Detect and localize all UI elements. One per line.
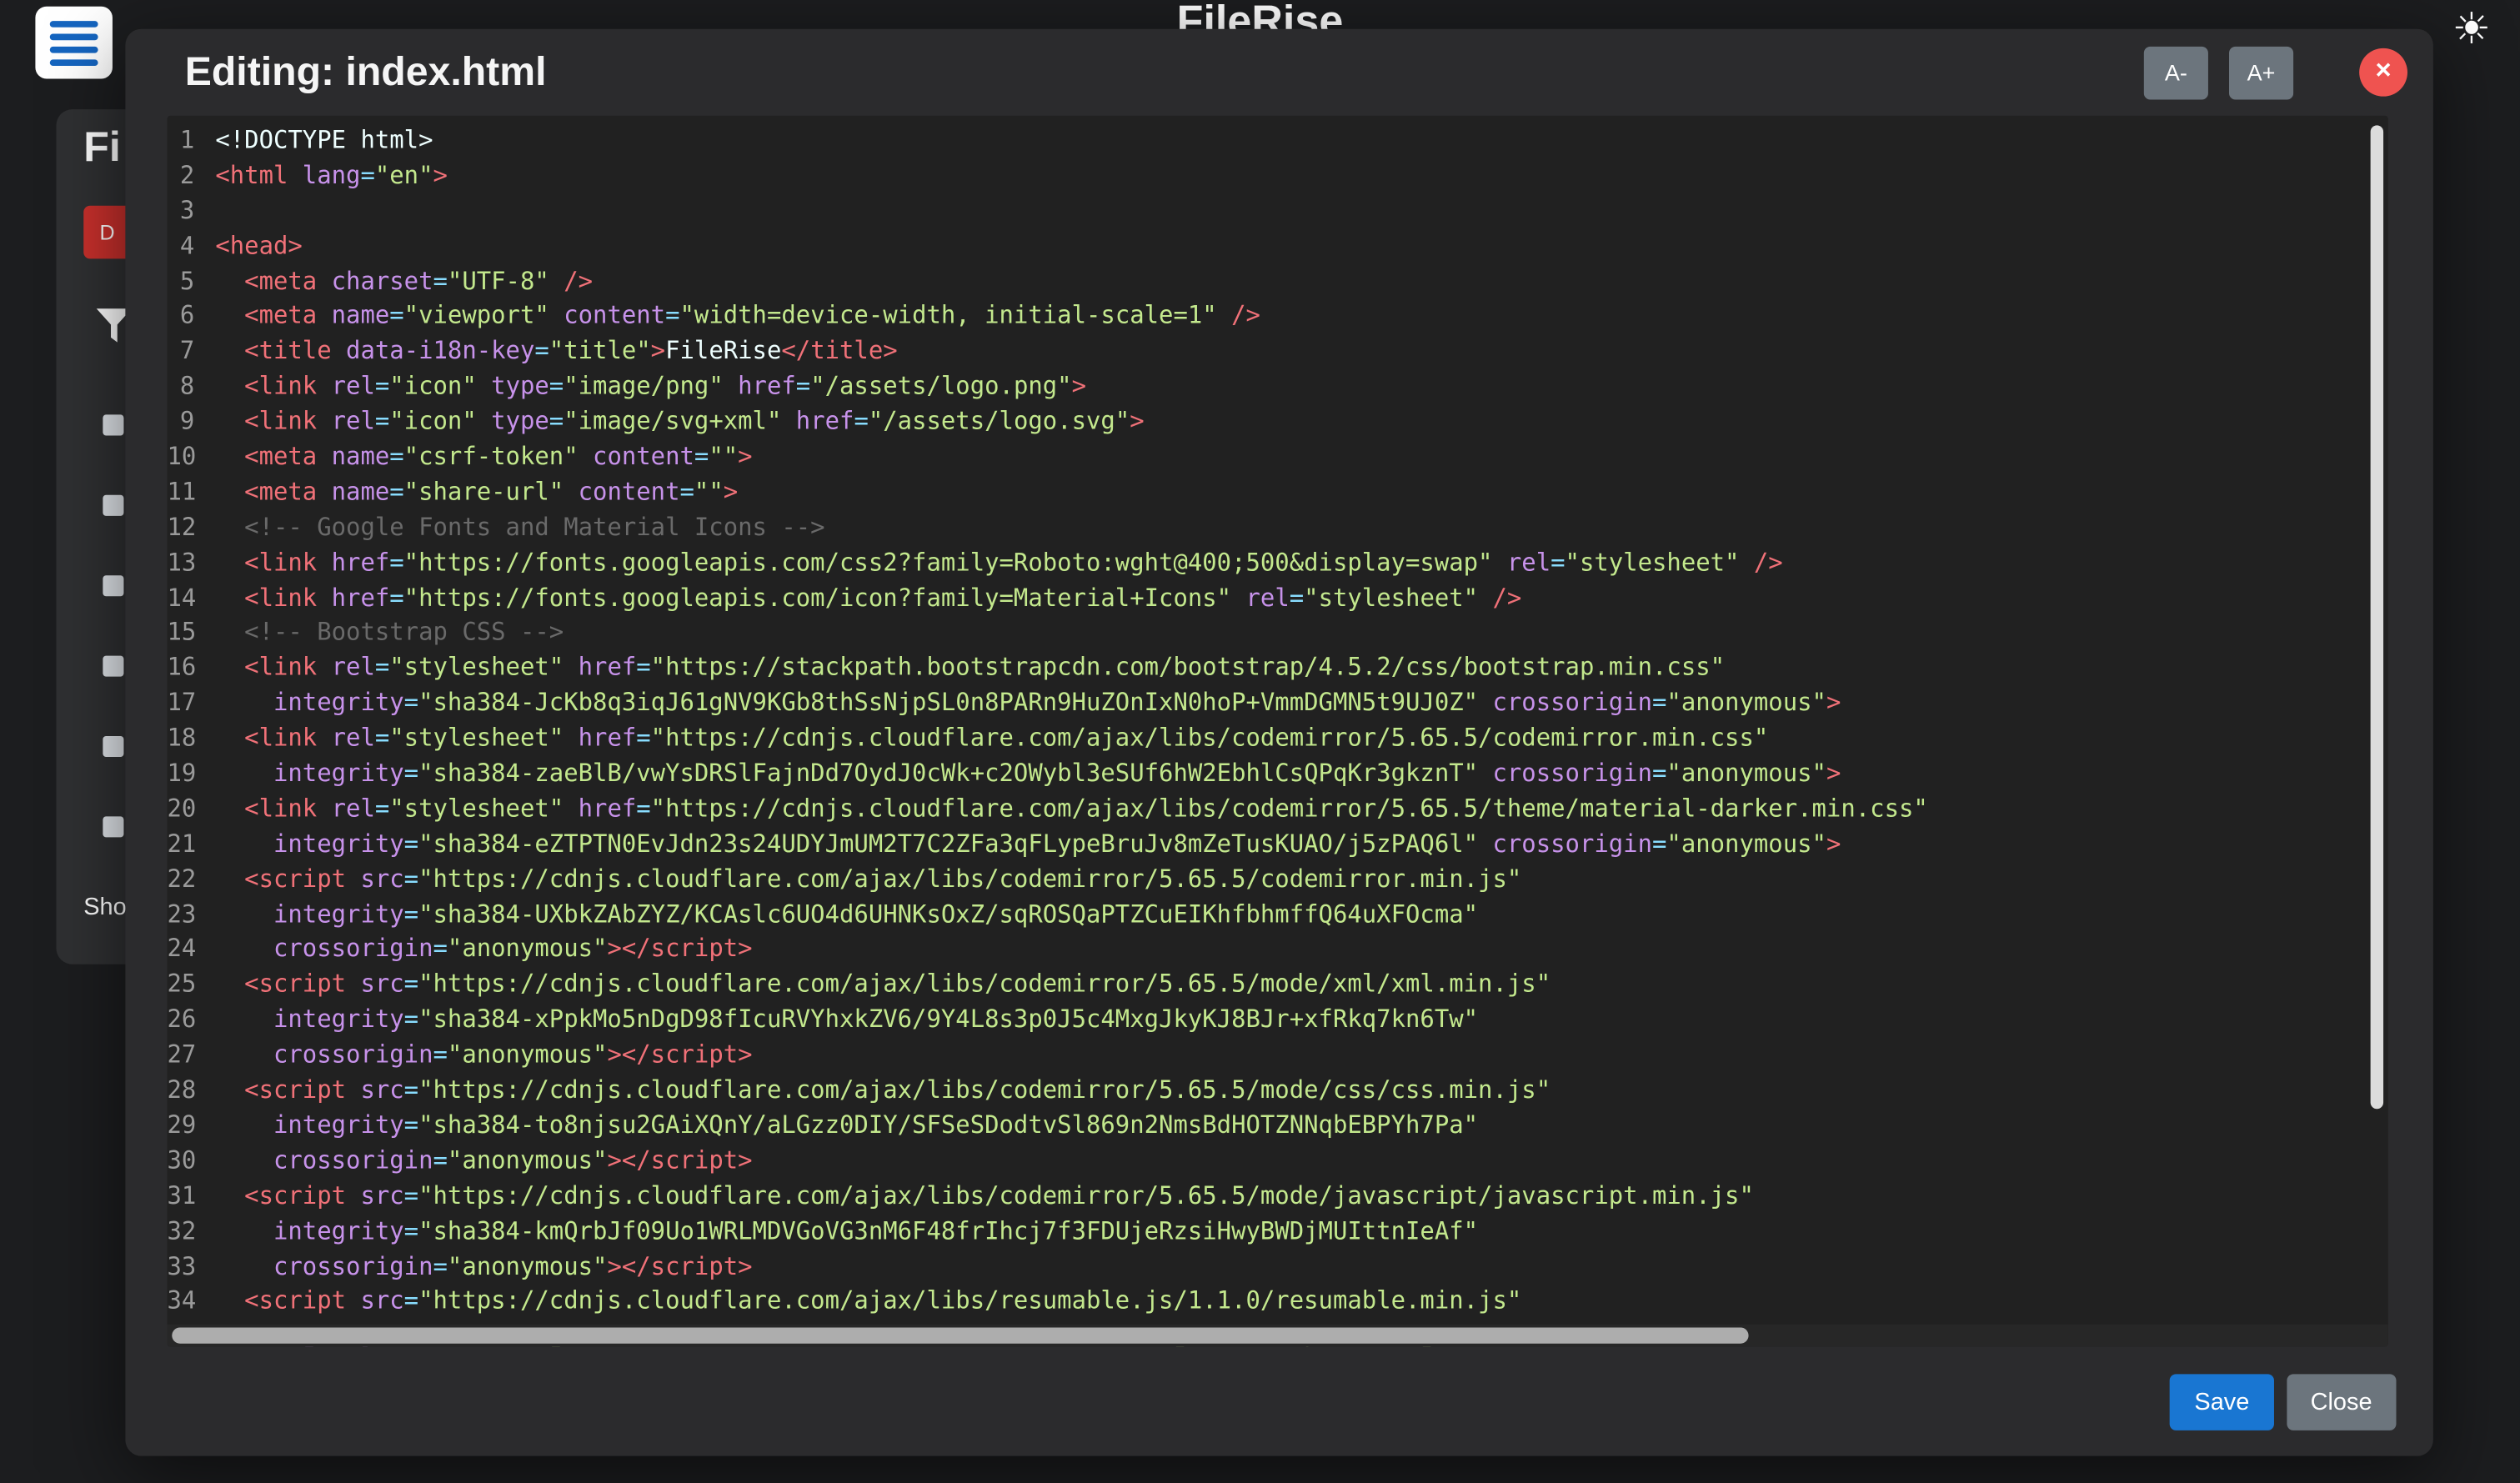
code-line: 34 <script src="https://cdnjs.cloudflare… <box>168 1285 2388 1320</box>
code-line: 12 <!-- Google Fonts and Material Icons … <box>168 511 2388 546</box>
line-number: 24 <box>168 933 216 968</box>
close-button[interactable]: Close <box>2287 1373 2397 1429</box>
code-line: 27 crossorigin="anonymous"></script> <box>168 1039 2388 1074</box>
editor-modal-title: Editing: index.html <box>185 49 547 96</box>
line-number: 31 <box>168 1180 216 1215</box>
code-line: 30 crossorigin="anonymous"></script> <box>168 1144 2388 1179</box>
line-number: 8 <box>168 370 216 405</box>
code-line: 10 <meta name="csrf-token" content=""> <box>168 440 2388 475</box>
folder-item-icon[interactable] <box>103 414 123 435</box>
folder-list <box>103 414 123 837</box>
line-number: 21 <box>168 828 216 863</box>
font-decrease-button[interactable]: A- <box>2144 46 2208 99</box>
close-icon[interactable]: × <box>2359 48 2407 97</box>
line-number: 19 <box>168 757 216 792</box>
folder-panel-title: Fi <box>83 123 121 173</box>
code-line: 2<html lang="en"> <box>168 159 2388 194</box>
folder-item-icon[interactable] <box>103 656 123 677</box>
code-line: 8 <link rel="icon" type="image/png" href… <box>168 370 2388 405</box>
line-number: 3 <box>168 194 216 229</box>
line-number: 27 <box>168 1039 216 1074</box>
line-number: 18 <box>168 722 216 757</box>
code-line: 29 integrity="sha384-to8njsu2GAiXQnY/aLG… <box>168 1109 2388 1144</box>
code-line: 17 integrity="sha384-JcKb8q3iqJ61gNV9KGb… <box>168 687 2388 722</box>
code-line: 22 <script src="https://cdnjs.cloudflare… <box>168 863 2388 898</box>
code-line: 19 integrity="sha384-zaeBlB/vwYsDRSlFajn… <box>168 757 2388 792</box>
code-line: 21 integrity="sha384-eZTPTN0EvJdn23s24UD… <box>168 828 2388 863</box>
code-line: 31 <script src="https://cdnjs.cloudflare… <box>168 1180 2388 1215</box>
code-line: 14 <link href="https://fonts.googleapis.… <box>168 581 2388 616</box>
folder-item-icon[interactable] <box>103 495 123 516</box>
editor-modal-header: Editing: index.html A- A+ × <box>125 29 2432 116</box>
line-number: 22 <box>168 863 216 898</box>
theme-toggle-icon[interactable]: ☀ <box>2452 8 2492 52</box>
font-increase-button[interactable]: A+ <box>2229 46 2293 99</box>
horizontal-scrollbar-thumb[interactable] <box>172 1327 1749 1343</box>
code-line: 13 <link href="https://fonts.googleapis.… <box>168 546 2388 581</box>
code-line: 15 <!-- Bootstrap CSS --> <box>168 616 2388 651</box>
line-number: 15 <box>168 616 216 651</box>
code-line: 33 crossorigin="anonymous"></script> <box>168 1250 2388 1285</box>
hamburger-icon <box>50 20 98 27</box>
editor-modal-footer: Save Close <box>125 1347 2432 1456</box>
line-number: 16 <box>168 651 216 686</box>
code-line: 7 <title data-i18n-key="title">FileRise<… <box>168 335 2388 370</box>
folder-item-icon[interactable] <box>103 736 123 757</box>
code-line: 26 integrity="sha384-xPpkMo5nDgD98fIcuRV… <box>168 1004 2388 1039</box>
hamburger-icon <box>50 33 98 40</box>
line-number: 5 <box>168 264 216 299</box>
folder-item-icon[interactable] <box>103 575 123 596</box>
line-number: 2 <box>168 159 216 194</box>
code-line: 1<!DOCTYPE html> <box>168 123 2388 158</box>
code-lines: 1<!DOCTYPE html>2<html lang="en">34<head… <box>168 116 2388 1347</box>
line-number: 10 <box>168 440 216 475</box>
editor-header-actions: A- A+ × <box>2144 46 2407 99</box>
code-line: 11 <meta name="share-url" content=""> <box>168 475 2388 510</box>
code-line: 28 <script src="https://cdnjs.cloudflare… <box>168 1074 2388 1109</box>
line-number: 6 <box>168 299 216 334</box>
code-line: 18 <link rel="stylesheet" href="https://… <box>168 722 2388 757</box>
line-number: 4 <box>168 229 216 264</box>
page-root: FileRise ☀ Fi D Sho Editing: index.html … <box>0 0 2520 1483</box>
code-line: 16 <link rel="stylesheet" href="https://… <box>168 651 2388 686</box>
line-number: 12 <box>168 511 216 546</box>
code-line: 3 <box>168 194 2388 229</box>
folder-panel-footer: Sho <box>83 894 126 921</box>
line-number: 33 <box>168 1250 216 1285</box>
line-number: 25 <box>168 968 216 1003</box>
line-number: 34 <box>168 1285 216 1320</box>
line-number: 23 <box>168 898 216 933</box>
code-editor[interactable]: 1<!DOCTYPE html>2<html lang="en">34<head… <box>168 116 2388 1347</box>
line-number: 11 <box>168 475 216 510</box>
save-button[interactable]: Save <box>2171 1373 2274 1429</box>
line-number: 14 <box>168 581 216 616</box>
folder-item-icon[interactable] <box>103 816 123 837</box>
line-number: 1 <box>168 123 216 158</box>
line-number: 32 <box>168 1215 216 1250</box>
hamburger-icon <box>50 46 98 53</box>
line-number: 13 <box>168 546 216 581</box>
line-number: 20 <box>168 792 216 827</box>
menu-button[interactable] <box>35 7 113 79</box>
code-line: 9 <link rel="icon" type="image/svg+xml" … <box>168 405 2388 440</box>
code-line: 4<head> <box>168 229 2388 264</box>
code-line: 24 crossorigin="anonymous"></script> <box>168 933 2388 968</box>
code-line: 32 integrity="sha384-kmQrbJf09Uo1WRLMDVG… <box>168 1215 2388 1250</box>
hamburger-icon <box>50 58 98 65</box>
line-number: 7 <box>168 335 216 370</box>
horizontal-scrollbar[interactable] <box>168 1325 2388 1347</box>
vertical-scrollbar[interactable] <box>2371 125 2383 1109</box>
code-line: 20 <link rel="stylesheet" href="https://… <box>168 792 2388 827</box>
line-number: 30 <box>168 1144 216 1179</box>
line-number: 9 <box>168 405 216 440</box>
line-number: 17 <box>168 687 216 722</box>
line-number: 26 <box>168 1004 216 1039</box>
editor-modal: Editing: index.html A- A+ × 1<!DOCTYPE h… <box>125 29 2432 1456</box>
code-line: 23 integrity="sha384-UXbkZAbZYZ/KCAslc6U… <box>168 898 2388 933</box>
line-number: 29 <box>168 1109 216 1144</box>
line-number: 28 <box>168 1074 216 1109</box>
code-line: 5 <meta charset="UTF-8" /> <box>168 264 2388 299</box>
code-line: 6 <meta name="viewport" content="width=d… <box>168 299 2388 334</box>
code-line: 25 <script src="https://cdnjs.cloudflare… <box>168 968 2388 1003</box>
